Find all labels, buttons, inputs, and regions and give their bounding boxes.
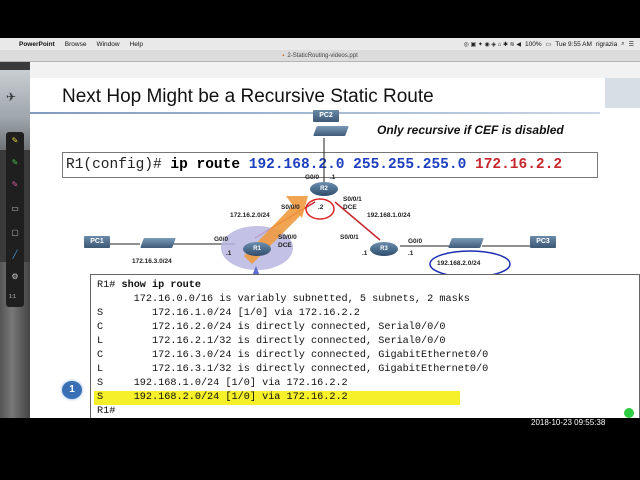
menu-clock[interactable]: Tue 9:55 AM bbox=[555, 41, 592, 48]
battery-icon[interactable]: ▭ bbox=[546, 41, 552, 48]
settings-gear-icon[interactable]: ⚙ bbox=[10, 272, 20, 282]
rt-code: R1# bbox=[97, 280, 122, 291]
pc1-device: PC1 bbox=[84, 236, 110, 248]
rt-text: 192.168.1.0/24 [1/0] via 172.16.2.2 bbox=[103, 378, 348, 389]
slide-top-band bbox=[30, 62, 640, 78]
r1-dot1-label: .1 bbox=[226, 250, 232, 257]
rt-text: 172.16.3.0/24 is directly connected, Gig… bbox=[103, 350, 489, 361]
show-ip-route-output: R1# show ip route 172.16.0.0/16 is varia… bbox=[90, 274, 640, 420]
rt-line-1: 172.16.0.0/16 is variably subnetted, 5 s… bbox=[97, 293, 639, 307]
r2-dot1-label: .1 bbox=[330, 174, 336, 181]
annotation-toolbar: ✎ ✎ ✎ ▭ ▢ ╱ ⚙ bbox=[6, 132, 24, 307]
router-r3: R3 bbox=[370, 242, 398, 256]
switch-lan3-icon bbox=[448, 238, 484, 248]
switch-lan1-icon bbox=[140, 238, 176, 248]
rt-text: 172.16.0.0/16 is variably subnetted, 5 s… bbox=[97, 294, 470, 305]
rt-line-2: S 172.16.1.0/24 [1/0] via 172.16.2.2 bbox=[97, 307, 639, 321]
rt-line-4: L 172.16.2.1/32 is directly connected, S… bbox=[97, 335, 639, 349]
rt-text: 172.16.3.1/32 is directly connected, Gig… bbox=[103, 364, 489, 375]
pen-pink-icon[interactable]: ✎ bbox=[10, 180, 20, 190]
rt-text: 172.16.1.0/24 [1/0] via 172.16.2.2 bbox=[103, 308, 360, 319]
net-r1r2-label: 172.16.2.0/24 bbox=[230, 212, 270, 219]
rt-text: show ip route bbox=[121, 280, 201, 291]
r2-s000-label: S0/0/0 bbox=[281, 204, 300, 211]
rt-line-5: C 172.16.3.0/24 is directly connected, G… bbox=[97, 349, 639, 363]
r1-g00-label: G0/0 bbox=[214, 236, 229, 243]
r2-dot2-label: .2 bbox=[318, 204, 324, 211]
r1-s000-label: S0/0/0 bbox=[278, 234, 297, 241]
menu-help[interactable]: Help bbox=[125, 41, 148, 48]
router-r1: R1 bbox=[243, 242, 271, 256]
rt-text: 172.16.2.1/32 is directly connected, Ser… bbox=[103, 336, 446, 347]
r3-dot1b-label: .1 bbox=[408, 250, 414, 257]
menu-app-name[interactable]: PowerPoint bbox=[14, 41, 60, 48]
rt-line-0: R1# show ip route bbox=[97, 279, 639, 293]
recording-indicator bbox=[624, 408, 634, 418]
net-r2r3-label: 192.168.1.0/24 bbox=[367, 212, 411, 219]
window-title: 2-StaticRouting-videos.ppt bbox=[287, 52, 358, 59]
pen-yellow-icon[interactable]: ✎ bbox=[10, 136, 20, 146]
r3-s001-label: S0/0/1 bbox=[340, 234, 359, 241]
menu-bar: PowerPoint Browse Window Help ◎ ▣ ✦ ◉ ◈ … bbox=[0, 38, 640, 50]
window-title-bar: ▪ 2-StaticRouting-videos.ppt bbox=[0, 50, 640, 62]
rt-line-7: S 192.168.1.0/24 [1/0] via 172.16.2.2 bbox=[97, 377, 639, 391]
status-icons[interactable]: ◎ ▣ ✦ ◉ ◈ ⌂ ✱ ≋ ◀ bbox=[464, 41, 521, 48]
r3-dot1-label: .1 bbox=[362, 250, 368, 257]
r2-g00-label: G0/0 bbox=[305, 174, 320, 181]
pen-green-icon[interactable]: ✎ bbox=[10, 158, 20, 168]
battery-percent[interactable]: 100% bbox=[525, 41, 542, 48]
router-r2: R2 bbox=[310, 182, 338, 196]
rt-text: 192.168.2.0/24 [1/0] via 172.16.2.2 bbox=[103, 392, 348, 403]
bird-icon: ✈ bbox=[6, 90, 17, 104]
eraser-icon[interactable]: ▭ bbox=[10, 204, 20, 214]
step-badge[interactable]: 1 bbox=[62, 381, 82, 399]
search-icon[interactable]: ⌕ bbox=[621, 41, 624, 48]
menu-browse[interactable]: Browse bbox=[60, 41, 92, 48]
rt-line-6: L 172.16.3.1/32 is directly connected, G… bbox=[97, 363, 639, 377]
menu-user[interactable]: rigrazia bbox=[596, 41, 617, 48]
recording-timestamp: 2018-10-23 09:55:38 bbox=[531, 418, 606, 427]
r3-g00-label: G0/0 bbox=[408, 238, 423, 245]
footer-area bbox=[30, 418, 640, 480]
r2-s001-label: S0/0/1 bbox=[343, 196, 362, 203]
screen: PowerPoint Browse Window Help ◎ ▣ ✦ ◉ ◈ … bbox=[0, 0, 640, 480]
shape-icon[interactable]: ▢ bbox=[10, 228, 20, 238]
net-lan1-label: 172.16.3.0/24 bbox=[132, 258, 172, 265]
page-indicator: 1:1 bbox=[9, 294, 16, 300]
rt-text: 172.16.2.0/24 is directly connected, Ser… bbox=[103, 322, 446, 333]
r2-dce-label: DCE bbox=[343, 204, 357, 211]
status-area: ◎ ▣ ✦ ◉ ◈ ⌂ ✱ ≋ ◀ 100% ▭ Tue 9:55 AM rig… bbox=[464, 41, 640, 48]
net-lan3-label: 192.168.2.0/24 bbox=[437, 260, 481, 267]
r1-dce-label: DCE bbox=[278, 242, 292, 249]
rt-line-3: C 172.16.2.0/24 is directly connected, S… bbox=[97, 321, 639, 335]
rt-line-8-highlighted: S 192.168.2.0/24 [1/0] via 172.16.2.2 bbox=[94, 391, 460, 405]
ppt-document-icon: ▪ bbox=[282, 52, 285, 59]
rt-code: R1# bbox=[97, 406, 116, 417]
menu-window[interactable]: Window bbox=[91, 41, 124, 48]
list-icon[interactable]: ☰ bbox=[629, 41, 634, 48]
line-tool-icon[interactable]: ╱ bbox=[10, 250, 20, 260]
rt-line-9: R1# bbox=[97, 405, 639, 419]
pc3-device: PC3 bbox=[530, 236, 556, 248]
